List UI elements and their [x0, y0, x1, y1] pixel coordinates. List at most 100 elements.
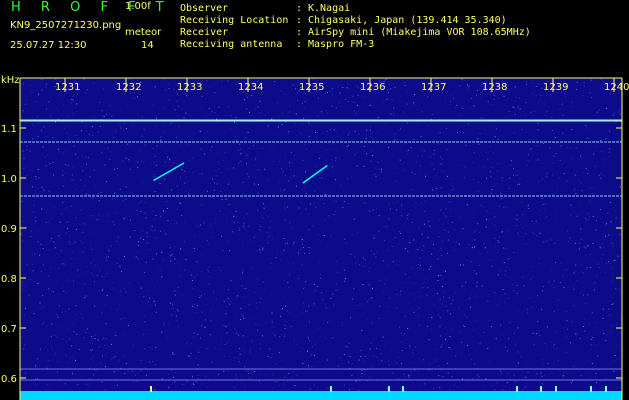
noise-speck — [194, 312, 196, 313]
noise-speck — [35, 176, 37, 177]
noise-speck — [268, 357, 270, 359]
noise-speck — [525, 83, 527, 85]
noise-speck — [553, 345, 554, 347]
noise-speck — [194, 236, 196, 237]
noise-speck — [507, 298, 509, 300]
noise-speck — [529, 149, 531, 151]
noise-speck — [23, 215, 25, 217]
noise-speck — [407, 303, 409, 305]
noise-speck — [331, 94, 333, 96]
noise-speck — [158, 113, 160, 115]
noise-speck — [440, 187, 442, 189]
noise-speck — [525, 115, 526, 117]
noise-speck — [267, 125, 269, 127]
noise-speck — [154, 237, 156, 239]
noise-speck — [163, 131, 165, 132]
noise-speck — [436, 194, 438, 195]
noise-speck — [478, 155, 480, 157]
noise-speck — [437, 280, 439, 281]
noise-speck — [354, 256, 356, 258]
noise-speck — [91, 153, 93, 155]
noise-speck — [428, 268, 430, 270]
noise-speck — [348, 342, 350, 344]
noise-speck — [205, 114, 207, 116]
noise-speck — [174, 310, 176, 312]
noise-speck — [354, 154, 356, 156]
noise-speck — [174, 109, 176, 111]
noise-speck — [161, 139, 163, 141]
noise-speck — [238, 357, 240, 359]
noise-speck — [146, 232, 148, 234]
noise-speck — [116, 370, 118, 372]
noise-speck — [590, 267, 591, 268]
noise-speck — [118, 257, 120, 259]
noise-speck — [246, 163, 247, 165]
noise-speck — [161, 276, 163, 278]
noise-speck — [532, 276, 534, 278]
noise-speck — [411, 307, 413, 309]
noise-speck — [208, 271, 209, 273]
noise-speck — [197, 364, 199, 366]
noise-speck — [233, 167, 234, 169]
noise-speck — [216, 298, 217, 300]
noise-speck — [418, 307, 420, 309]
noise-speck — [154, 304, 156, 306]
noise-speck — [154, 86, 156, 88]
noise-speck — [414, 173, 416, 175]
noise-speck — [284, 157, 286, 158]
noise-speck — [26, 78, 28, 80]
noise-speck — [166, 208, 168, 209]
noise-speck — [51, 323, 53, 325]
noise-speck — [243, 295, 245, 297]
noise-speck — [254, 292, 256, 293]
noise-speck — [297, 100, 299, 101]
noise-speck — [125, 175, 127, 177]
noise-speck — [326, 130, 328, 132]
noise-speck — [76, 103, 78, 105]
noise-speck — [218, 115, 219, 117]
noise-speck — [206, 131, 208, 133]
noise-speck — [21, 336, 23, 338]
noise-speck — [333, 304, 335, 306]
noise-speck — [403, 374, 405, 375]
noise-floor-spike — [516, 386, 518, 392]
noise-speck — [288, 131, 290, 133]
noise-speck — [513, 374, 515, 376]
noise-speck — [360, 355, 362, 357]
noise-speck — [353, 288, 355, 290]
noise-speck — [301, 312, 303, 314]
noise-speck — [186, 95, 187, 97]
noise-speck — [619, 109, 621, 111]
noise-speck — [392, 261, 394, 263]
noise-speck — [140, 335, 142, 337]
noise-speck — [168, 324, 170, 326]
noise-speck — [178, 106, 180, 108]
noise-speck — [605, 235, 606, 237]
noise-speck — [314, 102, 316, 104]
noise-speck — [136, 214, 138, 216]
noise-speck — [414, 369, 416, 371]
noise-speck — [91, 215, 93, 217]
noise-speck — [255, 157, 257, 159]
noise-speck — [372, 155, 374, 156]
noise-speck — [489, 259, 491, 261]
noise-speck — [424, 277, 426, 279]
noise-speck — [172, 352, 174, 353]
noise-speck — [129, 78, 131, 80]
noise-speck — [26, 166, 27, 168]
noise-speck — [610, 164, 612, 166]
noise-speck — [155, 117, 157, 119]
noise-speck — [370, 127, 371, 128]
noise-speck — [605, 378, 607, 380]
noise-speck — [137, 241, 139, 243]
noise-speck — [148, 243, 150, 245]
noise-speck — [447, 372, 449, 374]
noise-speck — [426, 325, 428, 327]
noise-speck — [191, 138, 193, 140]
noise-speck — [462, 378, 463, 380]
noise-speck — [167, 337, 169, 339]
noise-speck — [313, 203, 315, 205]
noise-speck — [532, 332, 534, 334]
noise-speck — [522, 236, 524, 238]
noise-speck — [399, 326, 401, 328]
